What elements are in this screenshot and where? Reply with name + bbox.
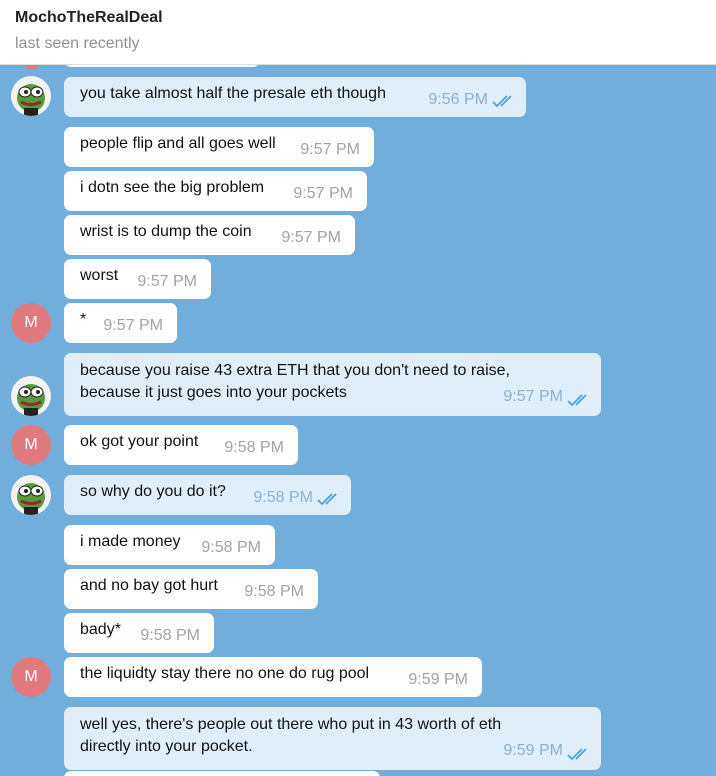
message-bubble[interactable]: and no bay got hurt 9:58 PM [64,569,318,609]
avatar[interactable] [11,376,51,416]
contact-status: last seen recently [15,35,140,52]
message-bubble[interactable]: so why do you do it? 9:58 PM [64,475,351,515]
avatar[interactable] [11,76,51,116]
message-time: 9:57 PM [103,317,163,334]
read-check-icon [317,493,337,506]
read-check-icon [567,394,587,407]
message-time: 9:58 PM [253,489,313,506]
read-check-icon [492,95,512,108]
message-time: 9:57 PM [300,141,360,158]
message-bubble [64,771,380,776]
message-list[interactable]: you take almost half the presale eth tho… [0,65,716,776]
message-time: 9:58 PM [224,439,284,456]
message-time: 9:59 PM [503,742,563,759]
message-text: i made money [80,533,181,550]
message-bubble[interactable]: people flip and all goes well 9:57 PM [64,127,374,167]
message-text: so why do you do it? [80,483,226,500]
avatar[interactable]: M [11,425,51,465]
message-text: the liquidty stay there no one do rug po… [80,665,370,682]
contact-name: MochoTheRealDeal [15,9,163,26]
read-check-icon [567,748,587,761]
message-text-line: because you raise 43 extra ETH that you … [80,362,510,379]
avatar[interactable] [11,475,51,515]
message-time: 9:57 PM [503,388,563,405]
message-bubble[interactable]: ok got your point 9:58 PM [64,425,298,465]
message-time: 9:58 PM [244,583,304,600]
message-time: 9:58 PM [201,539,261,556]
avatar[interactable]: M [11,657,51,697]
avatar[interactable]: M [11,303,51,343]
message-time: 9:56 PM [428,91,488,108]
avatar [21,65,43,69]
message-bubble [64,65,260,67]
message-bubble[interactable]: well yes, there's people out there who p… [64,707,601,770]
message-text: people flip and all goes well [80,135,276,152]
message-text: wrist is to dump the coin [80,223,252,240]
message-time: 9:57 PM [293,185,353,202]
message-bubble[interactable]: bady* 9:58 PM [64,613,214,653]
message-text: and no bay got hurt [80,577,218,594]
message-bubble[interactable]: i dotn see the big problem 9:57 PM [64,171,367,211]
chat-header[interactable]: MochoTheRealDeal last seen recently [0,0,716,65]
message-text: ok got your point [80,433,199,450]
message-bubble[interactable]: wrist is to dump the coin 9:57 PM [64,215,355,255]
message-bubble[interactable]: you take almost half the presale eth tho… [64,77,526,117]
message-text: worst [80,267,119,284]
message-time: 9:59 PM [408,671,468,688]
message-bubble[interactable]: because you raise 43 extra ETH that you … [64,353,601,416]
message-text: i dotn see the big problem [80,179,265,196]
message-bubble[interactable]: worst 9:57 PM [64,259,211,299]
message-text-line: well yes, there's people out there who p… [80,716,502,733]
message-text: you take almost half the presale eth tho… [80,85,386,102]
message-bubble[interactable]: * 9:57 PM [64,303,177,343]
message-time: 9:57 PM [281,229,341,246]
message-bubble[interactable]: the liquidty stay there no one do rug po… [64,657,482,697]
message-time: 9:57 PM [137,273,197,290]
message-time: 9:58 PM [140,627,200,644]
message-text: bady* [80,621,121,638]
message-text: * [80,311,87,328]
message-bubble[interactable]: i made money 9:58 PM [64,525,275,565]
